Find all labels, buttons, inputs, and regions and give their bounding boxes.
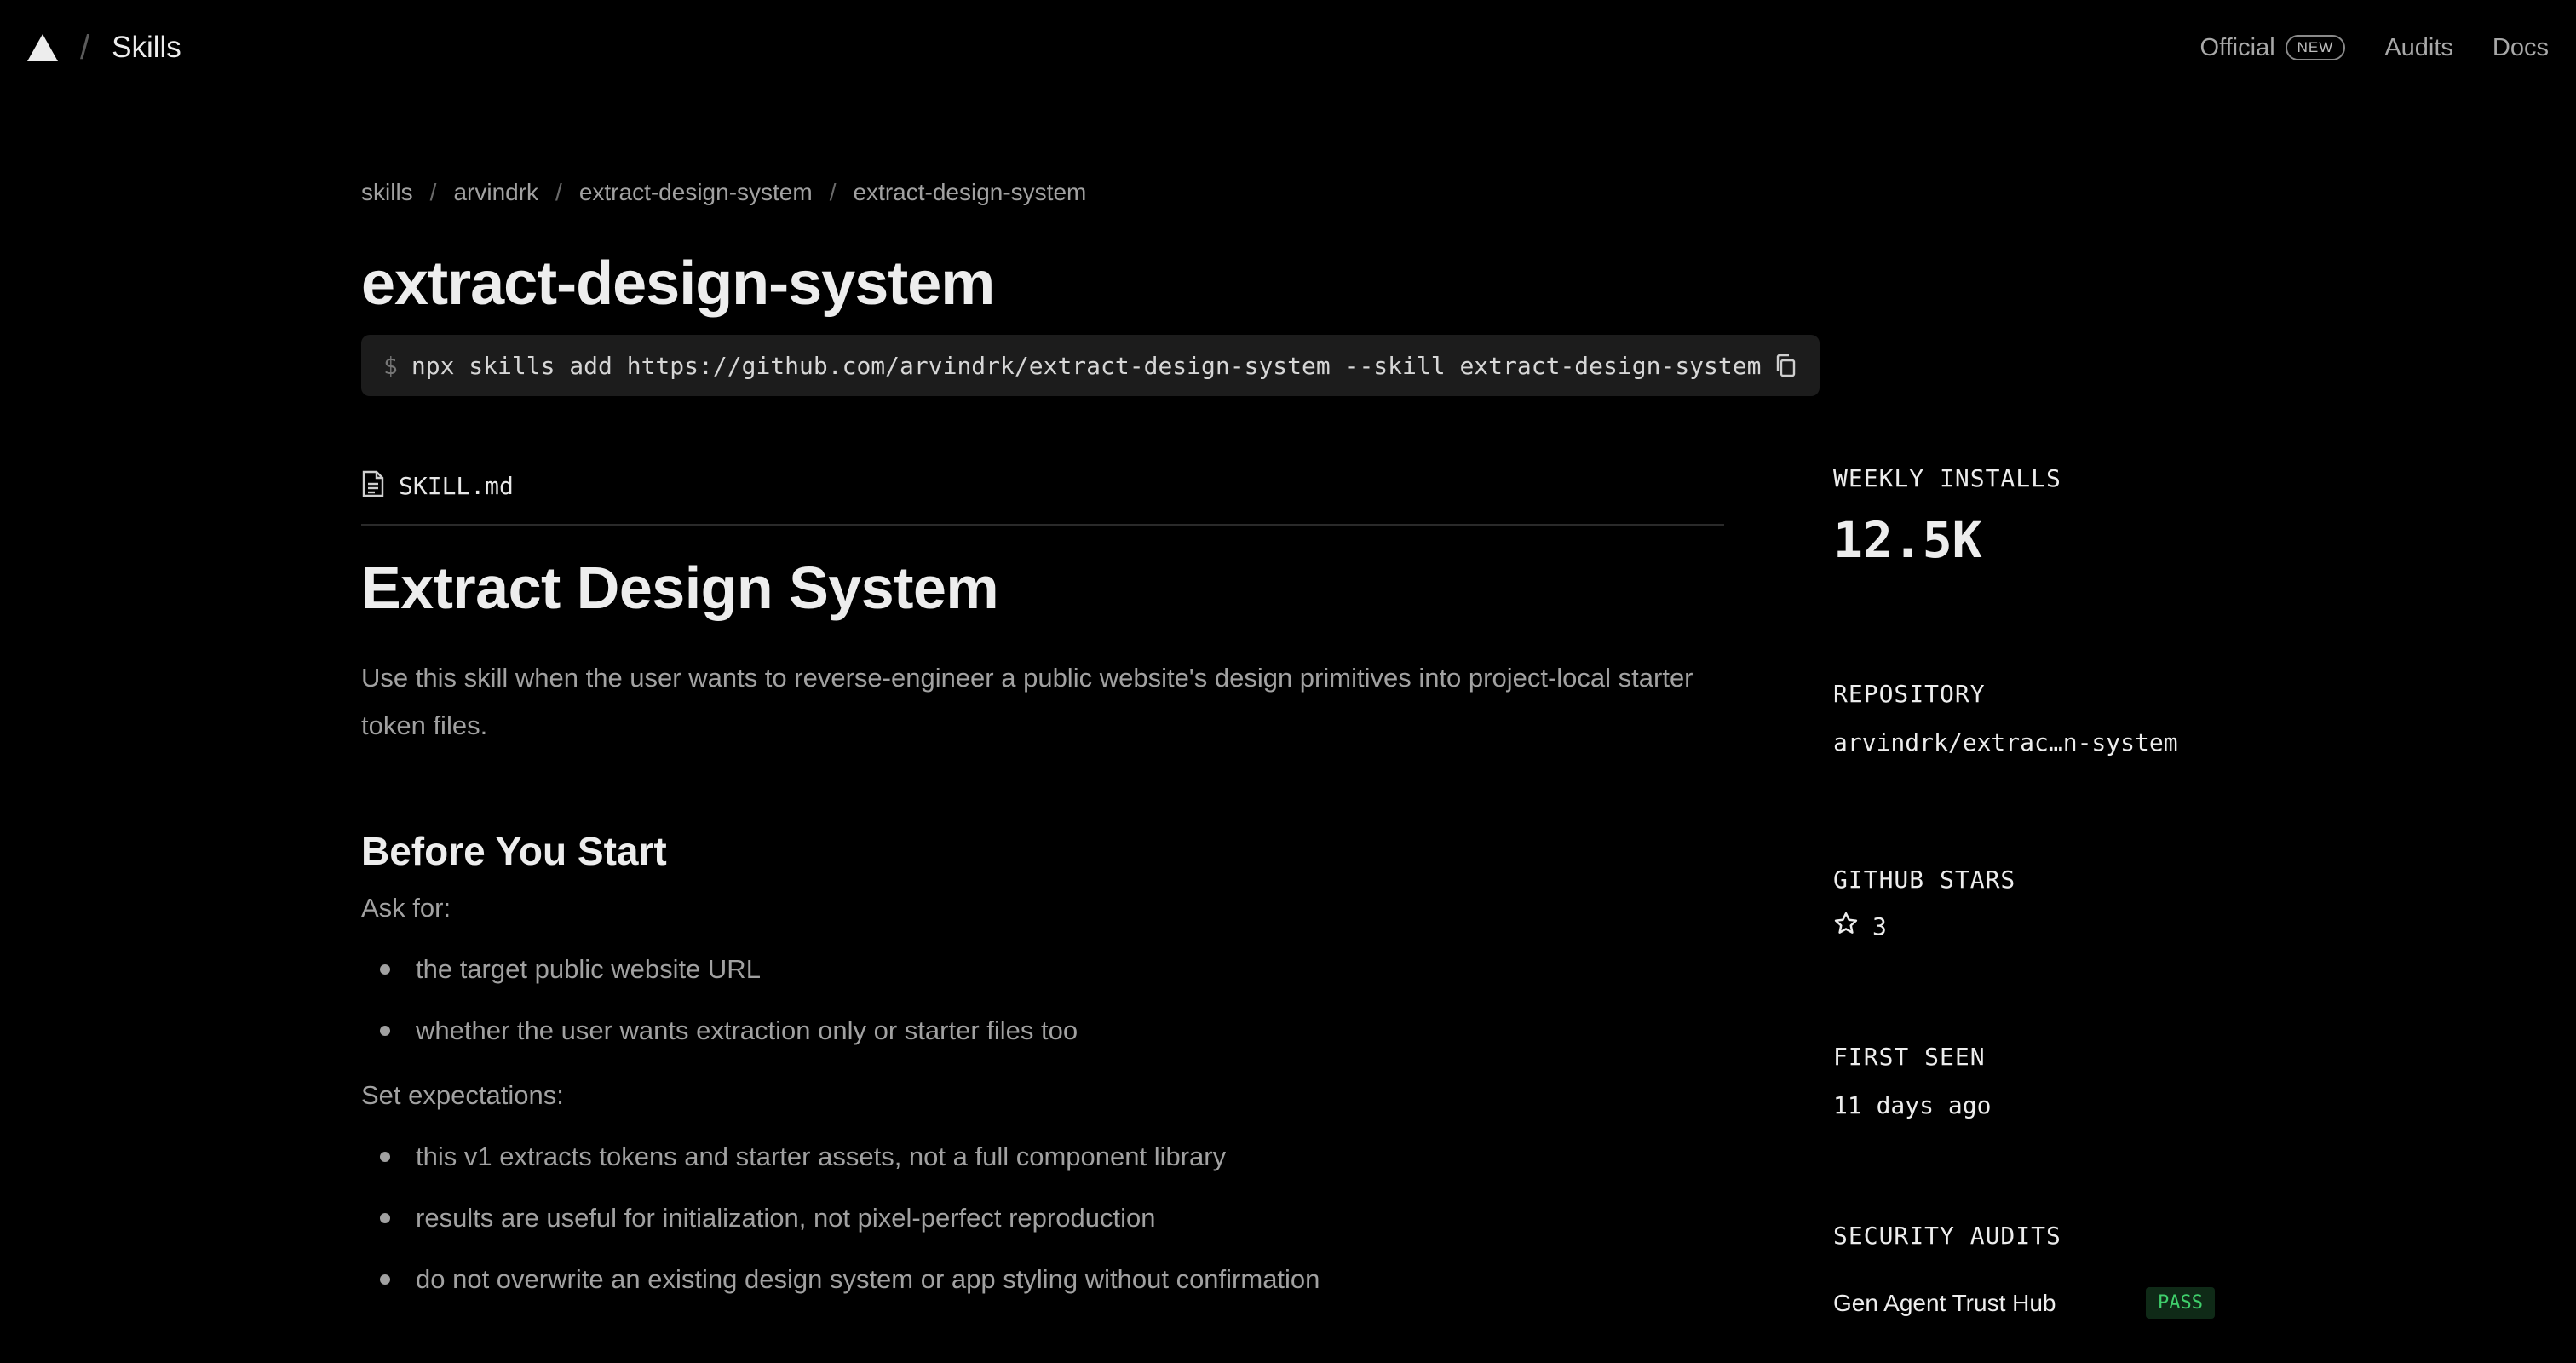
top-nav: / Skills Official NEW Audits Docs	[0, 0, 2576, 95]
audit-name: Gen Agent Trust Hub	[1833, 1289, 2056, 1316]
bullet-icon	[380, 1274, 390, 1285]
list-item: this v1 extracts tokens and starter asse…	[361, 1133, 1724, 1194]
nav-brand-skills[interactable]: Skills	[112, 31, 181, 65]
bullet-icon	[380, 1026, 390, 1036]
audit-status-badge: PASS	[2146, 1287, 2215, 1319]
breadcrumb-item-current: extract-design-system	[853, 179, 1087, 205]
nav-link-official[interactable]: Official NEW	[2200, 34, 2346, 62]
copy-icon[interactable]	[1774, 353, 1797, 378]
breadcrumb-separator: /	[429, 179, 437, 205]
bullet-icon	[380, 964, 390, 975]
nav-left: / Skills	[27, 29, 181, 67]
list-item-text: whether the user wants extraction only o…	[416, 1015, 1078, 1045]
list-item: do not overwrite an existing design syst…	[361, 1256, 1724, 1317]
github-stars-label: GITHUB STARS	[1833, 866, 2016, 894]
breadcrumb-item-owner[interactable]: arvindrk	[453, 179, 538, 206]
section-heading-before-you-start: Before You Start	[361, 829, 667, 873]
star-icon	[1833, 911, 1859, 942]
set-expectations-text: Set expectations:	[361, 1080, 564, 1110]
article-heading: Extract Design System	[361, 555, 999, 621]
install-command-box: $ npx skills add https://github.com/arvi…	[361, 335, 1820, 396]
first-seen-section: FIRST SEEN 11 days ago	[1833, 1043, 2259, 1119]
ask-for-text: Ask for:	[361, 893, 451, 923]
command-prompt: $	[383, 351, 398, 380]
nav-link-audits[interactable]: Audits	[2384, 34, 2453, 62]
breadcrumb-separator: /	[829, 179, 837, 205]
vercel-logo-icon[interactable]	[27, 34, 58, 61]
page-title: extract-design-system	[361, 250, 995, 318]
breadcrumb-item-repo[interactable]: extract-design-system	[579, 179, 813, 206]
document-icon	[361, 469, 385, 503]
file-tab[interactable]: SKILL.md	[361, 464, 1724, 526]
audit-row[interactable]: Gen Agent Trust Hub PASS	[1833, 1287, 2215, 1319]
repository-section: REPOSITORY arvindrk/extrac…n-system	[1833, 680, 2259, 756]
ask-for-list: the target public website URL whether th…	[361, 946, 1724, 1068]
weekly-installs-section: WEEKLY INSTALLS 12.5K	[1833, 464, 2259, 569]
first-seen-label: FIRST SEEN	[1833, 1043, 1986, 1071]
bullet-icon	[380, 1152, 390, 1162]
breadcrumb-item-skills[interactable]: skills	[361, 179, 413, 206]
nav-separator: /	[80, 28, 90, 66]
security-audits-section: SECURITY AUDITS Gen Agent Trust Hub PASS	[1833, 1222, 2259, 1319]
list-item-text: do not overwrite an existing design syst…	[416, 1264, 1320, 1294]
github-stars: 3	[1833, 911, 2259, 942]
list-item-text: this v1 extracts tokens and starter asse…	[416, 1142, 1227, 1171]
list-item: results are useful for initialization, n…	[361, 1194, 1724, 1256]
expectations-list: this v1 extracts tokens and starter asse…	[361, 1133, 1724, 1317]
list-item-text: results are useful for initialization, n…	[416, 1203, 1156, 1233]
article-description: Use this skill when the user wants to re…	[361, 663, 1693, 740]
list-item-text: the target public website URL	[416, 954, 761, 984]
bullet-icon	[380, 1213, 390, 1223]
github-stars-section: GITHUB STARS 3	[1833, 866, 2259, 942]
weekly-installs-value: 12.5K	[1833, 511, 1982, 569]
install-command-text[interactable]: npx skills add https://github.com/arvind…	[411, 352, 1762, 380]
skill-article: Extract Design System Use this skill whe…	[361, 545, 1724, 1317]
breadcrumb-separator: /	[555, 179, 562, 205]
list-item: the target public website URL	[361, 946, 1724, 1007]
repository-link[interactable]: arvindrk/extrac…n-system	[1833, 728, 2259, 756]
weekly-installs-label: WEEKLY INSTALLS	[1833, 464, 2061, 492]
nav-links: Official NEW Audits Docs	[2200, 34, 2549, 62]
file-name: SKILL.md	[399, 471, 514, 500]
security-audits-label: SECURITY AUDITS	[1833, 1222, 2061, 1250]
breadcrumb: skills / arvindrk / extract-design-syste…	[361, 179, 1086, 206]
github-stars-value: 3	[1872, 912, 1887, 940]
list-item: whether the user wants extraction only o…	[361, 1007, 1724, 1068]
first-seen-value: 11 days ago	[1833, 1091, 1992, 1119]
new-badge: NEW	[2285, 35, 2346, 60]
nav-link-official-label: Official	[2199, 33, 2275, 61]
repository-label: REPOSITORY	[1833, 680, 1986, 708]
nav-link-docs[interactable]: Docs	[2493, 34, 2549, 62]
skill-sidebar: WEEKLY INSTALLS 12.5K REPOSITORY arvindr…	[1833, 464, 2259, 1319]
